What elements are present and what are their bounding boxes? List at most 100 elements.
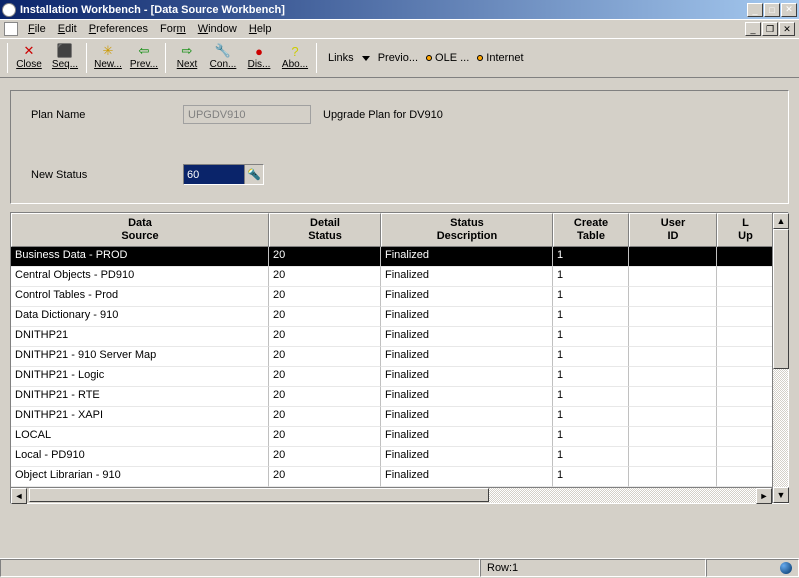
minimize-button[interactable]: _ bbox=[747, 3, 763, 17]
table-cell[interactable]: 1 bbox=[553, 247, 629, 267]
table-cell[interactable]: 1 bbox=[553, 407, 629, 427]
table-cell[interactable] bbox=[629, 327, 717, 347]
col-status-description[interactable]: StatusDescription bbox=[381, 213, 553, 247]
table-cell[interactable]: 20 bbox=[269, 247, 381, 267]
table-cell[interactable] bbox=[717, 447, 774, 467]
table-cell[interactable]: 1 bbox=[553, 307, 629, 327]
table-cell[interactable] bbox=[629, 427, 717, 447]
table-cell[interactable]: Control Tables - Prod bbox=[11, 287, 269, 307]
table-cell[interactable]: Central Objects - PD910 bbox=[11, 267, 269, 287]
data-grid[interactable]: DataSource DetailStatus StatusDescriptio… bbox=[10, 212, 789, 504]
menu-file[interactable]: File bbox=[22, 22, 52, 36]
new-status-field[interactable] bbox=[184, 165, 244, 184]
table-cell[interactable]: Finalized bbox=[381, 347, 553, 367]
table-cell[interactable] bbox=[717, 467, 774, 487]
table-cell[interactable] bbox=[717, 267, 774, 287]
table-cell[interactable]: 1 bbox=[553, 467, 629, 487]
table-cell[interactable]: Finalized bbox=[381, 327, 553, 347]
table-cell[interactable] bbox=[629, 347, 717, 367]
table-cell[interactable] bbox=[717, 367, 774, 387]
child-close-button[interactable]: ✕ bbox=[779, 22, 795, 36]
table-cell[interactable]: Finalized bbox=[381, 387, 553, 407]
table-cell[interactable]: Business Data - PROD bbox=[11, 247, 269, 267]
table-cell[interactable]: 1 bbox=[553, 387, 629, 407]
menu-preferences[interactable]: Preferences bbox=[83, 22, 154, 36]
col-create-table[interactable]: CreateTable bbox=[553, 213, 629, 247]
table-cell[interactable]: Object Librarian - 910 bbox=[11, 467, 269, 487]
table-cell[interactable] bbox=[717, 327, 774, 347]
table-cell[interactable]: 1 bbox=[553, 447, 629, 467]
table-cell[interactable]: 20 bbox=[269, 267, 381, 287]
table-cell[interactable]: 20 bbox=[269, 467, 381, 487]
menu-help[interactable]: Help bbox=[243, 22, 278, 36]
table-cell[interactable] bbox=[629, 307, 717, 327]
table-cell[interactable]: DNITHP21 - 910 Server Map bbox=[11, 347, 269, 367]
child-minimize-button[interactable]: _ bbox=[745, 22, 761, 36]
next-button[interactable]: ⇨ Next bbox=[169, 41, 205, 75]
table-cell[interactable]: 1 bbox=[553, 427, 629, 447]
table-cell[interactable]: DNITHP21 - XAPI bbox=[11, 407, 269, 427]
table-cell[interactable]: Finalized bbox=[381, 307, 553, 327]
dis-button[interactable]: ● Dis... bbox=[241, 41, 277, 75]
table-cell[interactable] bbox=[629, 247, 717, 267]
seq-button[interactable]: ⬛ Seq... bbox=[47, 41, 83, 75]
table-cell[interactable] bbox=[717, 427, 774, 447]
table-cell[interactable] bbox=[629, 447, 717, 467]
table-cell[interactable]: Finalized bbox=[381, 467, 553, 487]
table-cell[interactable] bbox=[717, 347, 774, 367]
col-data-source[interactable]: DataSource bbox=[11, 213, 269, 247]
table-cell[interactable]: 1 bbox=[553, 367, 629, 387]
scroll-left-button[interactable]: ◄ bbox=[11, 488, 27, 504]
table-cell[interactable]: 20 bbox=[269, 447, 381, 467]
table-cell[interactable]: LOCAL bbox=[11, 427, 269, 447]
table-cell[interactable]: Finalized bbox=[381, 267, 553, 287]
table-cell[interactable]: 20 bbox=[269, 287, 381, 307]
table-cell[interactable]: Finalized bbox=[381, 427, 553, 447]
table-cell[interactable] bbox=[717, 387, 774, 407]
table-cell[interactable]: DNITHP21 - Logic bbox=[11, 367, 269, 387]
scroll-down-button[interactable]: ▼ bbox=[773, 487, 789, 503]
table-cell[interactable]: 1 bbox=[553, 287, 629, 307]
table-cell[interactable]: 20 bbox=[269, 307, 381, 327]
table-cell[interactable]: Finalized bbox=[381, 287, 553, 307]
close-button[interactable]: ✕ Close bbox=[11, 41, 47, 75]
table-cell[interactable]: Finalized bbox=[381, 407, 553, 427]
maximize-button[interactable]: □ bbox=[764, 3, 780, 17]
table-cell[interactable]: Local - PD910 bbox=[11, 447, 269, 467]
table-cell[interactable]: DNITHP21 - RTE bbox=[11, 387, 269, 407]
table-cell[interactable] bbox=[629, 267, 717, 287]
table-cell[interactable]: 20 bbox=[269, 327, 381, 347]
prev-button[interactable]: ⇦ Prev... bbox=[126, 41, 162, 75]
link-previo[interactable]: Previo... bbox=[378, 52, 418, 64]
col-detail-status[interactable]: DetailStatus bbox=[269, 213, 381, 247]
status-picker-button[interactable]: 🔦 bbox=[244, 165, 263, 184]
table-cell[interactable]: Finalized bbox=[381, 447, 553, 467]
link-ole[interactable]: OLE ... bbox=[426, 52, 469, 64]
menu-window[interactable]: Window bbox=[192, 22, 243, 36]
table-cell[interactable]: 20 bbox=[269, 367, 381, 387]
table-cell[interactable]: 20 bbox=[269, 347, 381, 367]
table-cell[interactable] bbox=[629, 407, 717, 427]
horizontal-scrollbar[interactable]: ◄ ► bbox=[11, 487, 772, 503]
abo-button[interactable]: ? Abo... bbox=[277, 41, 313, 75]
plan-name-field[interactable] bbox=[183, 105, 311, 124]
table-cell[interactable] bbox=[717, 247, 774, 267]
table-cell[interactable] bbox=[629, 367, 717, 387]
table-cell[interactable]: Finalized bbox=[381, 367, 553, 387]
table-cell[interactable]: Data Dictionary - 910 bbox=[11, 307, 269, 327]
table-cell[interactable]: 20 bbox=[269, 427, 381, 447]
con-button[interactable]: 🔧 Con... bbox=[205, 41, 241, 75]
scroll-up-button[interactable]: ▲ bbox=[773, 213, 789, 229]
table-cell[interactable] bbox=[717, 287, 774, 307]
table-cell[interactable]: DNITHP21 bbox=[11, 327, 269, 347]
table-cell[interactable] bbox=[629, 387, 717, 407]
vertical-scrollbar[interactable]: ▲ ▼ bbox=[772, 213, 788, 503]
col-last[interactable]: LUp bbox=[717, 213, 774, 247]
new-button[interactable]: ✳ New... bbox=[90, 41, 126, 75]
menu-edit[interactable]: Edit bbox=[52, 22, 83, 36]
table-cell[interactable]: 1 bbox=[553, 267, 629, 287]
close-window-button[interactable]: ✕ bbox=[781, 3, 797, 17]
table-cell[interactable] bbox=[629, 287, 717, 307]
table-cell[interactable] bbox=[629, 467, 717, 487]
table-cell[interactable]: 20 bbox=[269, 387, 381, 407]
